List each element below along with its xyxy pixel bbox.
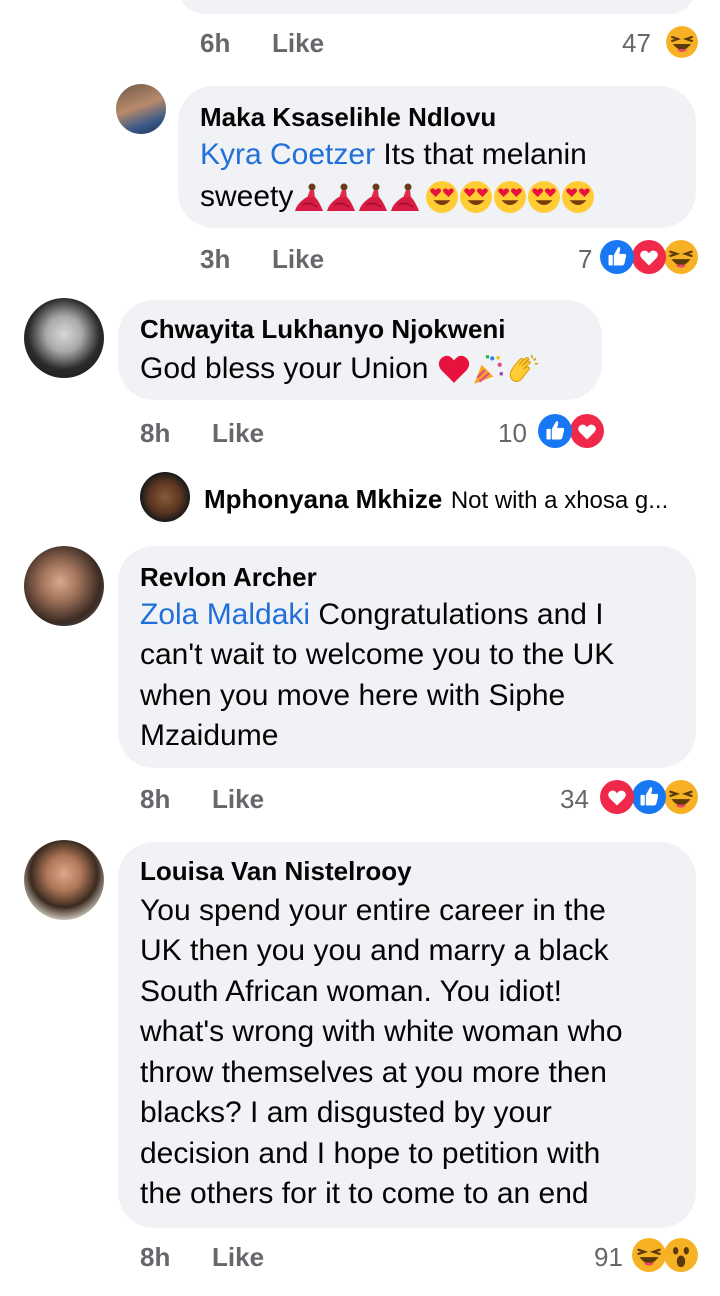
comment-text-line-2: can't wait to welcome you to the UK (140, 638, 615, 671)
avatar[interactable] (116, 84, 166, 134)
like-reaction-icon (600, 240, 634, 274)
comment-time: 3h (200, 244, 231, 274)
dancer-emoji-icon (357, 181, 389, 213)
clapping-hands-emoji-icon (505, 352, 539, 386)
comment-time: 8h (140, 418, 171, 448)
comment-text-line-7: decision and I hope to petition with (140, 1137, 601, 1170)
avatar[interactable] (24, 546, 104, 626)
heart-eyes-emoji-icon (459, 180, 493, 214)
reply-preview[interactable]: Mphonyana Mkhize Not with a xhosa g... (204, 484, 668, 515)
haha-reaction-icon (664, 24, 700, 60)
comment-text-line-2: sweety (200, 180, 595, 214)
commenter-name[interactable]: Maka Ksaselihle Ndlovu (200, 102, 496, 133)
heart-eyes-emoji-icon (425, 180, 459, 214)
comment-time: 6h (200, 28, 231, 58)
like-button[interactable]: Like (212, 418, 264, 449)
comment-bubble-partial (178, 0, 696, 14)
heart-eyes-emoji-icon (493, 180, 527, 214)
like-button[interactable]: Like (272, 244, 324, 275)
reaction-count[interactable]: 91 (594, 1242, 623, 1273)
like-button[interactable]: Like (272, 28, 324, 59)
haha-reaction-icon (632, 1238, 666, 1272)
comment-text: Zola Maldaki Congratulations and I (140, 598, 604, 631)
reaction-count[interactable]: 34 (560, 784, 589, 815)
like-button[interactable]: Like (212, 784, 264, 815)
avatar[interactable] (24, 298, 104, 378)
mention-link[interactable]: Kyra Coetzer (200, 138, 375, 171)
red-heart-emoji-icon (437, 352, 471, 386)
comment-text: God bless your Union (140, 352, 539, 386)
reply-preview-text: Not with a xhosa g... (450, 487, 669, 514)
dancer-emoji-icon (293, 181, 325, 213)
comment-text-line-8: the others for it to come to an end (140, 1177, 589, 1210)
dancer-emoji-icon (325, 181, 357, 213)
love-reaction-icon (570, 414, 604, 448)
comment-text-line-4: Mzaidume (140, 719, 279, 752)
dancer-emoji-icon (389, 181, 421, 213)
reaction-count[interactable]: 47 (622, 28, 651, 59)
party-popper-emoji-icon (471, 352, 505, 386)
avatar[interactable] (24, 840, 104, 920)
love-reaction-icon (632, 240, 666, 274)
wow-reaction-icon (664, 1238, 698, 1272)
comment-text: Kyra Coetzer Its that melanin (200, 138, 587, 171)
heart-eyes-emoji-icon (527, 180, 561, 214)
commenter-name[interactable]: Revlon Archer (140, 562, 317, 593)
comment-time: 8h (140, 784, 171, 814)
comment-text-line-5: throw themselves at you more then (140, 1056, 607, 1089)
comment-text-line-4: what's wrong with white woman who (140, 1015, 623, 1048)
like-button[interactable]: Like (212, 1242, 264, 1273)
commenter-name[interactable]: Louisa Van Nistelrooy (140, 856, 412, 887)
like-reaction-icon (538, 414, 572, 448)
like-reaction-icon (632, 780, 666, 814)
haha-reaction-icon (664, 240, 698, 274)
comment-text-line-2: UK then you you and marry a black (140, 934, 609, 967)
mention-link[interactable]: Zola Maldaki (140, 598, 310, 631)
comment-text-line-3: South African woman. You idiot! (140, 975, 562, 1008)
reply-author-name[interactable]: Mphonyana Mkhize (204, 484, 442, 514)
reaction-count[interactable]: 10 (498, 418, 527, 449)
love-reaction-icon (600, 780, 634, 814)
haha-reaction-icon (664, 780, 698, 814)
reaction-count[interactable]: 7 (578, 244, 592, 275)
reply-avatar[interactable] (140, 472, 190, 522)
commenter-name[interactable]: Chwayita Lukhanyo Njokweni (140, 314, 506, 345)
comment-time: 8h (140, 1242, 171, 1272)
comment-text: You spend your entire career in the (140, 894, 606, 927)
comment-text-line-3: when you move here with Siphe (140, 679, 566, 712)
comment-text-line-6: blacks? I am disgusted by your (140, 1096, 552, 1129)
heart-eyes-emoji-icon (561, 180, 595, 214)
